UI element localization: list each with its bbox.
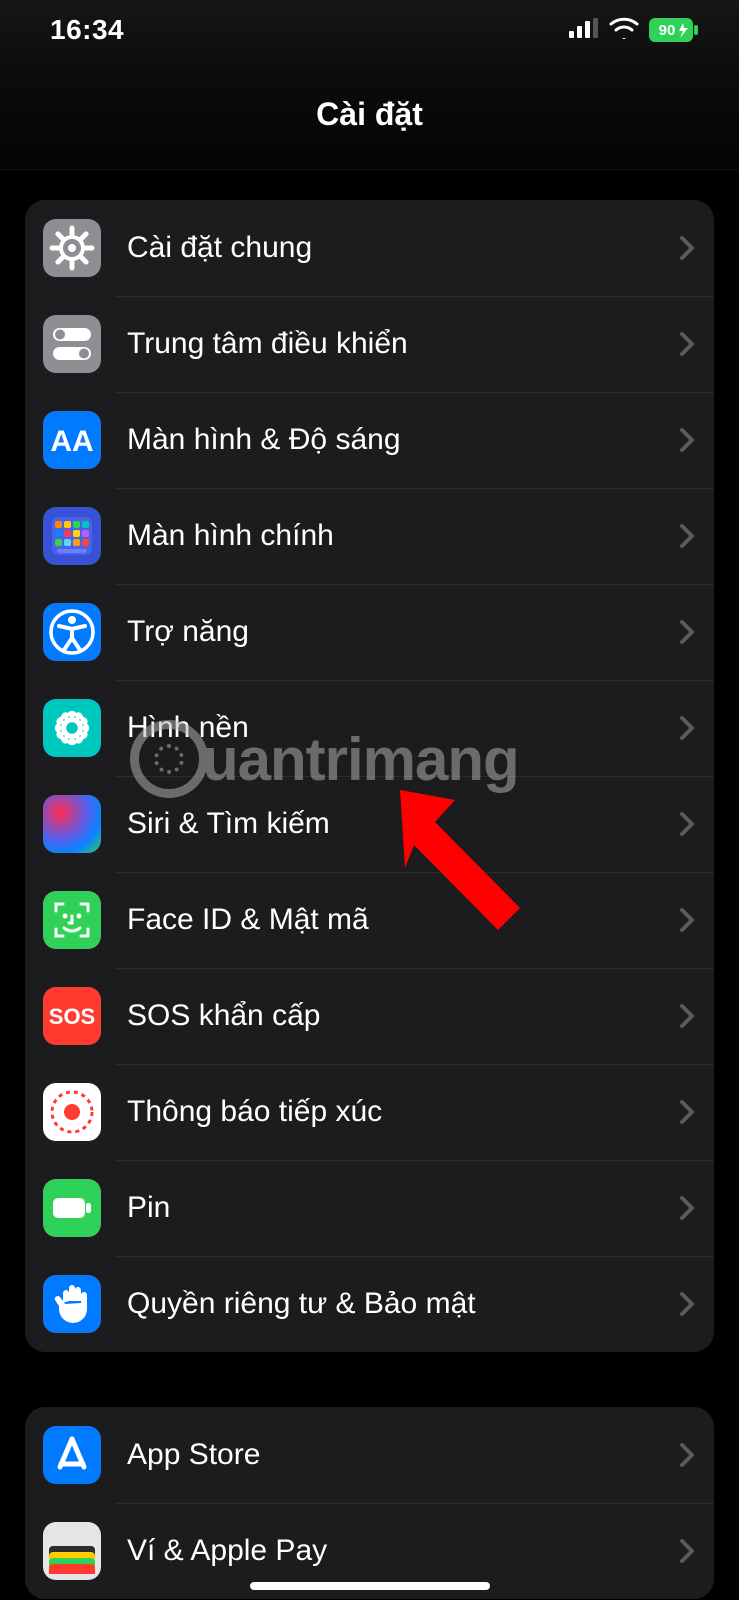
status-bar: 16:34 90 <box>0 0 739 60</box>
settings-row-label: Cài đặt chung <box>127 231 670 265</box>
hand-icon <box>43 1275 101 1333</box>
settings-row-label: Pin <box>127 1191 670 1225</box>
svg-text:SOS: SOS <box>49 1004 95 1029</box>
chevron-right-icon <box>680 1100 694 1124</box>
settings-row-label: Trợ năng <box>127 615 670 649</box>
settings-row-appstore[interactable]: App Store <box>25 1407 714 1503</box>
settings-row-sos[interactable]: SOS SOS khẩn cấp <box>25 968 714 1064</box>
chevron-right-icon <box>680 428 694 452</box>
settings-row-label: App Store <box>127 1438 670 1472</box>
chevron-right-icon <box>680 1292 694 1316</box>
chevron-right-icon <box>680 812 694 836</box>
wallpaper-icon <box>43 699 101 757</box>
chevron-right-icon <box>680 620 694 644</box>
battery-icon: 90 <box>649 18 699 42</box>
sos-icon: SOS <box>43 987 101 1045</box>
aa-icon: AA <box>43 411 101 469</box>
settings-row-homescreen[interactable]: Màn hình chính <box>25 488 714 584</box>
settings-row-controlctr[interactable]: Trung tâm điều khiển <box>25 296 714 392</box>
settings-row-faceid[interactable]: Face ID & Mật mã <box>25 872 714 968</box>
settings-row-general[interactable]: Cài đặt chung <box>25 200 714 296</box>
chevron-right-icon <box>680 1004 694 1028</box>
homescreen-icon <box>43 507 101 565</box>
status-right: 90 <box>569 17 699 44</box>
settings-group-1: Cài đặt chung Trung tâm điều khiển AA Màn h… <box>25 200 714 1352</box>
settings-group-2: App Store Ví & Apple Pay <box>25 1407 714 1599</box>
cellular-icon <box>569 18 599 43</box>
settings-row-label: Màn hình & Độ sáng <box>127 423 670 457</box>
settings-row-label: Trung tâm điều khiển <box>127 327 670 361</box>
chevron-right-icon <box>680 908 694 932</box>
settings-row-label: Siri & Tìm kiếm <box>127 807 670 841</box>
settings-row-siri[interactable]: Siri & Tìm kiếm <box>25 776 714 872</box>
nav-header: Cài đặt <box>0 60 739 170</box>
exposure-icon <box>43 1083 101 1141</box>
settings-content: Cài đặt chung Trung tâm điều khiển AA Màn h… <box>0 170 739 1599</box>
home-indicator <box>250 1582 490 1590</box>
svg-text:AA: AA <box>50 425 93 458</box>
settings-row-label: Face ID & Mật mã <box>127 903 670 937</box>
gear-icon <box>43 219 101 277</box>
svg-text:90: 90 <box>659 22 676 39</box>
battery-icon <box>43 1179 101 1237</box>
settings-row-exposure[interactable]: Thông báo tiếp xúc <box>25 1064 714 1160</box>
faceid-icon <box>43 891 101 949</box>
status-time: 16:34 <box>50 14 124 46</box>
settings-row-display[interactable]: AA Màn hình & Độ sáng <box>25 392 714 488</box>
wallet-icon <box>43 1522 101 1580</box>
chevron-right-icon <box>680 1539 694 1563</box>
siri-icon <box>43 795 101 853</box>
settings-row-wallpaper[interactable]: Hình nền <box>25 680 714 776</box>
chevron-right-icon <box>680 1196 694 1220</box>
settings-row-label: Quyền riêng tư & Bảo mật <box>127 1287 670 1321</box>
settings-row-battery[interactable]: Pin <box>25 1160 714 1256</box>
settings-row-label: Màn hình chính <box>127 519 670 553</box>
page-title: Cài đặt <box>316 96 423 133</box>
settings-row-label: SOS khẩn cấp <box>127 999 670 1033</box>
switches-icon <box>43 315 101 373</box>
chevron-right-icon <box>680 236 694 260</box>
chevron-right-icon <box>680 1443 694 1467</box>
chevron-right-icon <box>680 332 694 356</box>
settings-row-label: Thông báo tiếp xúc <box>127 1095 670 1129</box>
chevron-right-icon <box>680 524 694 548</box>
appstore-icon <box>43 1426 101 1484</box>
settings-row-label: Hình nền <box>127 711 670 745</box>
settings-row-label: Ví & Apple Pay <box>127 1534 670 1568</box>
chevron-right-icon <box>680 716 694 740</box>
accessibility-icon <box>43 603 101 661</box>
wifi-icon <box>609 17 639 44</box>
settings-row-accessibility[interactable]: Trợ năng <box>25 584 714 680</box>
settings-row-privacy[interactable]: Quyền riêng tư & Bảo mật <box>25 1256 714 1352</box>
